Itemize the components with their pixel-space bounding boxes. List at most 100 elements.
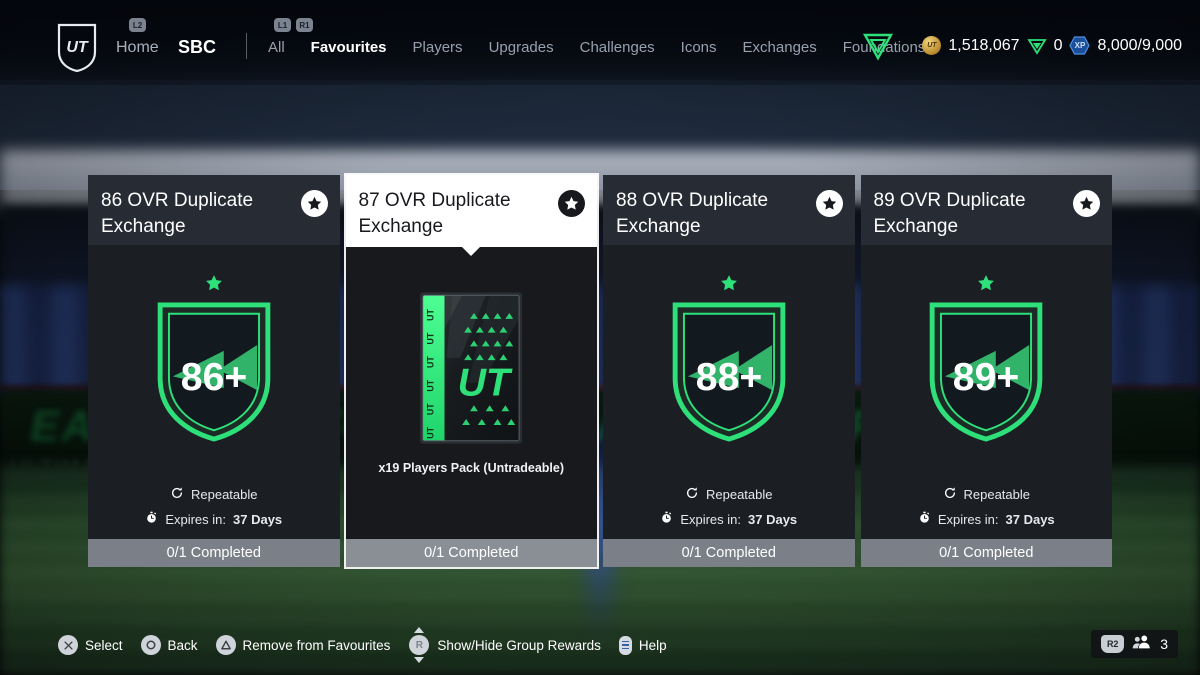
tab-upgrades[interactable]: Upgrades (489, 39, 554, 56)
stick-up-arrow-icon (414, 627, 425, 633)
hint-group-rewards-label: Show/Hide Group Rewards (437, 637, 601, 653)
expiry-label: Expires in: (937, 511, 999, 527)
players-pack-icon: UT UT UT UT UT UT UT (417, 289, 525, 452)
badge-r1: R1 (296, 18, 313, 32)
nav-divider (246, 33, 247, 59)
hint-select-label: Select (85, 637, 123, 653)
favourite-star-icon[interactable] (558, 190, 585, 217)
svg-text:UT: UT (426, 308, 436, 320)
coin-icon: UT (922, 36, 942, 55)
card-progress-footer: 0/1 Completed (345, 539, 597, 567)
rating-badge-group: 88+ (670, 273, 788, 447)
xp-progress: 8,000/9,000 (1097, 36, 1182, 54)
svg-text:UT: UT (426, 403, 436, 415)
right-stick-icon: R (408, 627, 430, 663)
repeatable-label: Repeatable (706, 487, 773, 502)
sbc-card-list: 86 OVR Duplicate Exchange 86+ Repeatable… (88, 173, 1113, 569)
hint-help[interactable]: Help (618, 635, 667, 655)
selection-caret-icon (462, 247, 481, 256)
fut-green-chevron-icon (862, 31, 894, 61)
expiry-label: Expires in: (165, 511, 227, 527)
sbc-card-88-ovr[interactable]: 88 OVR Duplicate Exchange 88+ Repeatable… (603, 175, 855, 567)
refresh-icon (943, 486, 957, 503)
rating-shield-icon: 89+ (927, 300, 1045, 447)
nav-item-sbc[interactable]: SBC (178, 37, 216, 58)
sbc-card-86-ovr[interactable]: 86 OVR Duplicate Exchange 86+ Repeatable… (88, 175, 340, 567)
stick-down-arrow-icon (414, 657, 425, 663)
nav-item-home[interactable]: Home (116, 39, 159, 57)
tab-icons[interactable]: Icons (681, 39, 717, 56)
card-title: 86 OVR Duplicate Exchange (101, 190, 254, 237)
favourite-star-icon[interactable] (1073, 190, 1100, 217)
rating-value-text: 88+ (696, 356, 762, 399)
hint-back-label: Back (167, 637, 198, 653)
card-header: 88 OVR Duplicate Exchange (603, 175, 855, 245)
card-header: 86 OVR Duplicate Exchange (88, 175, 340, 245)
tab-favourites[interactable]: Favourites (311, 39, 387, 56)
expiry-value: 37 Days (1005, 511, 1055, 527)
hint-help-label: Help (638, 637, 667, 653)
friends-icon (1132, 634, 1152, 654)
expiry-value: 37 Days (748, 511, 798, 527)
badge-l2: L2 (129, 18, 146, 32)
tab-challenges[interactable]: Challenges (580, 39, 655, 56)
card-header: 87 OVR Duplicate Exchange (345, 175, 597, 247)
favourite-star-icon[interactable] (815, 190, 843, 217)
fifa-points-balance: 0 (1053, 36, 1063, 54)
fut-points-icon (1026, 37, 1047, 55)
card-body: 88+ Repeatable Expires in: 37 Days (603, 245, 855, 539)
card-meta: Repeatable Expires in: 37 Days (861, 486, 1113, 527)
card-progress-footer: 0/1 Completed (603, 539, 855, 567)
top-navigation-bar: UT L2 Home SBC L1 R1 All Favourites Play… (0, 0, 1200, 80)
rating-shield-icon: 86+ (155, 300, 273, 447)
card-progress-footer: 0/1 Completed (860, 539, 1112, 567)
sbc-card-89-ovr[interactable]: 89 OVR Duplicate Exchange 89+ Repeatable… (860, 175, 1113, 567)
card-body: UT UT UT UT UT UT UT x19 Players Pack (U… (345, 247, 597, 539)
expiry-row: Expires in: 37 Days (660, 511, 797, 527)
coin-balance: 1,518,067 (948, 36, 1020, 54)
rating-value-text: 89+ (953, 356, 1019, 399)
expiry-label: Expires in: (680, 511, 742, 527)
rating-value-text: 86+ (181, 356, 247, 399)
expiry-row: Expires in: 37 Days (145, 511, 282, 527)
online-friends-count: 3 (1160, 636, 1168, 652)
green-star-icon (204, 273, 224, 298)
card-meta: Repeatable Expires in: 37 Days (603, 486, 855, 527)
circle-button-icon (140, 635, 161, 655)
bottom-action-bar: Select Back Remove from Favourites R Sho… (0, 615, 1200, 675)
stopwatch-icon (918, 511, 931, 527)
options-button-icon (618, 635, 632, 655)
badge-l1: L1 (274, 18, 291, 32)
svg-text:UT: UT (426, 379, 436, 391)
green-star-icon (976, 273, 996, 298)
hint-show-hide-group-rewards[interactable]: R Show/Hide Group Rewards (408, 627, 601, 663)
svg-text:UT: UT (426, 356, 436, 368)
card-progress-footer: 0/1 Completed (88, 539, 340, 567)
tab-all[interactable]: All (268, 39, 285, 56)
repeatable-label: Repeatable (191, 487, 258, 502)
card-header: 89 OVR Duplicate Exchange (860, 175, 1112, 245)
triangle-button-icon (215, 635, 236, 655)
repeatable-label: Repeatable (963, 487, 1031, 502)
refresh-icon (685, 486, 699, 503)
hint-select[interactable]: Select (58, 635, 123, 655)
reward-pack-label: x19 Players Pack (Untradeable) (378, 461, 565, 475)
favourite-star-icon[interactable] (300, 190, 328, 217)
svg-text:UT: UT (458, 360, 513, 404)
card-title: 87 OVR Duplicate Exchange (358, 190, 511, 237)
card-title: 89 OVR Duplicate Exchange (873, 190, 1026, 237)
online-friends-box[interactable]: R2 3 (1091, 630, 1178, 658)
card-body: 86+ Repeatable Expires in: 37 Days (88, 245, 340, 539)
svg-text:UT: UT (66, 39, 89, 56)
ultimate-team-logo-icon: UT (56, 22, 98, 73)
hint-remove-from-favourites[interactable]: Remove from Favourites (215, 635, 390, 655)
stopwatch-icon (145, 511, 158, 527)
sbc-category-tabs: All Favourites Players Upgrades Challeng… (268, 39, 925, 56)
svg-text:UT: UT (426, 332, 436, 344)
xp-icon: XP (1069, 36, 1091, 55)
sbc-card-87-ovr[interactable]: 87 OVR Duplicate Exchange UT UT UT UT UT… (343, 173, 599, 569)
tab-players[interactable]: Players (413, 39, 463, 56)
tab-exchanges[interactable]: Exchanges (743, 39, 817, 56)
hint-back[interactable]: Back (140, 635, 198, 655)
expiry-row: Expires in: 37 Days (918, 511, 1055, 527)
